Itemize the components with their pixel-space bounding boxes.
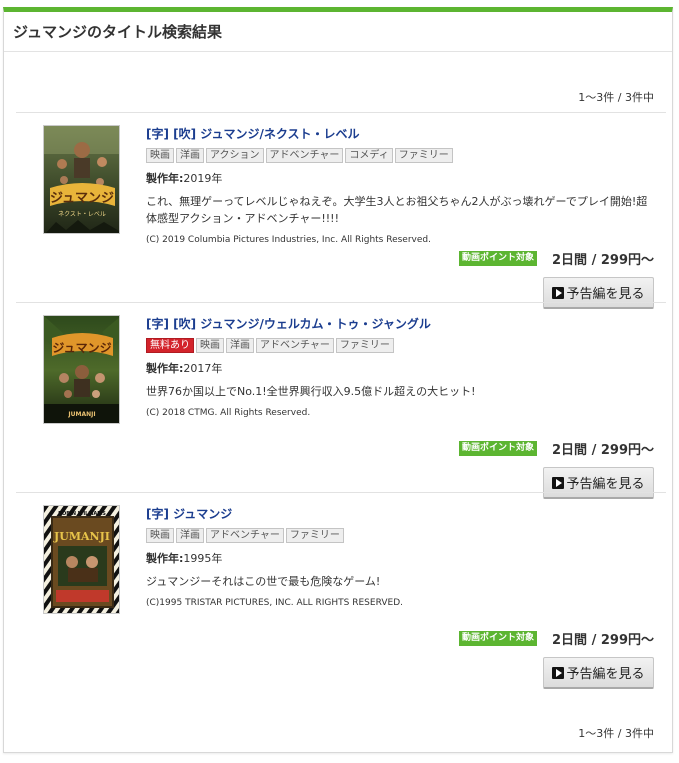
result-count-bottom: 1〜3件 / 3件中: [578, 727, 654, 740]
free-badge: 無料あり: [146, 338, 194, 353]
price-line: 動画ポイント対象 2日間 / 299円〜: [459, 629, 654, 648]
svg-text:JUMANJI: JUMANJI: [53, 530, 110, 543]
result-title-link[interactable]: [字] ジュマンジ: [146, 505, 658, 523]
production-year: 製作年:2019年: [146, 172, 223, 185]
search-results-panel: ジュマンジのタイトル検索結果 1〜3件 / 3件中 ジュマンジ ネクスト・レベル…: [3, 7, 673, 753]
svg-text:ROBIN WILLIAMS: ROBIN WILLIAMS: [58, 511, 106, 517]
genre-tag[interactable]: コメディ: [345, 148, 393, 163]
price-text: 2日間 / 299円〜: [552, 443, 654, 458]
play-icon: [552, 286, 565, 299]
genre-tag[interactable]: アクション: [206, 148, 264, 163]
svg-text:ネクスト・レベル: ネクスト・レベル: [58, 211, 106, 218]
genre-tag[interactable]: ファミリー: [285, 528, 344, 543]
poster-image[interactable]: ROBIN WILLIAMS JUMANJI: [43, 505, 120, 614]
genre-tag[interactable]: 映画: [146, 148, 174, 163]
result-item: ジュマンジ ネクスト・レベル [字] [吹] ジュマンジ/ネクスト・レベル 映画…: [16, 112, 666, 309]
result-info: [字] [吹] ジュマンジ/ウェルカム・トゥ・ジャングル 無料あり 映画 洋画 アドベ…: [146, 315, 658, 418]
svg-text:ジュマンジ: ジュマンジ: [50, 191, 114, 206]
genre-tag[interactable]: 洋画: [176, 148, 204, 163]
poster-image[interactable]: ジュマンジ ネクスト・レベル: [43, 125, 120, 234]
result-description: ジュマンジーそれはこの世で最も危険なゲーム!: [146, 575, 381, 588]
genre-tag[interactable]: 洋画: [176, 528, 204, 543]
point-badge: 動画ポイント対象: [459, 251, 538, 266]
result-description: 世界76か国以上でNo.1!全世界興行収入9.5億ドル超えの大ヒット!: [146, 385, 476, 398]
play-icon: [552, 666, 565, 679]
trailer-button-label: 予告編を見る: [566, 477, 645, 492]
trailer-button-label: 予告編を見る: [566, 287, 645, 302]
tag-list: 映画 洋画 アクション アドベンチャー コメディ ファミリー: [146, 148, 658, 164]
price-text: 2日間 / 299円〜: [552, 253, 654, 268]
result-item: ROBIN WILLIAMS JUMANJI [字] ジュマンジ 映画 洋画 アドベ…: [16, 492, 666, 702]
play-icon: [552, 476, 565, 489]
genre-tag[interactable]: ファミリー: [335, 338, 394, 353]
production-year: 製作年:1995年: [146, 552, 223, 565]
point-badge: 動画ポイント対象: [459, 631, 538, 646]
genre-tag[interactable]: 映画: [146, 528, 174, 543]
genre-tag[interactable]: ファミリー: [394, 148, 453, 163]
poster-image[interactable]: ジュマンジ JUMANJI: [43, 315, 120, 424]
price-line: 動画ポイント対象 2日間 / 299円〜: [459, 249, 654, 268]
result-info: [字] [吹] ジュマンジ/ネクスト・レベル 映画 洋画 アクション アドベンチャーコ…: [146, 125, 658, 245]
price-line: 動画ポイント対象 2日間 / 299円〜: [459, 439, 654, 458]
point-badge: 動画ポイント対象: [459, 441, 538, 456]
genre-tag[interactable]: アドベンチャー: [265, 148, 344, 163]
svg-text:JUMANJI: JUMANJI: [67, 411, 95, 418]
result-item: ジュマンジ JUMANJI [字] [吹] ジュマンジ/ウェルカム・トゥ・ジャン…: [16, 302, 666, 499]
tag-list: 映画 洋画 アドベンチャー ファミリー: [146, 528, 658, 544]
page-title: ジュマンジのタイトル検索結果: [4, 12, 672, 52]
svg-text:ジュマンジ: ジュマンジ: [52, 341, 111, 355]
result-info: [字] ジュマンジ 映画 洋画 アドベンチャー ファミリー 製作年:1995年 ジュマ…: [146, 505, 658, 608]
result-title-link[interactable]: [字] [吹] ジュマンジ/ウェルカム・トゥ・ジャングル: [146, 315, 658, 333]
trailer-button[interactable]: 予告編を見る: [543, 657, 654, 689]
copyright-text: (C) 2019 Columbia Pictures Industries, I…: [146, 235, 431, 245]
result-description: これ、無理ゲーってレベルじゃねえぞ。大学生3人とお祖父ちゃん2人がぶっ壊れゲーで…: [146, 195, 648, 225]
copyright-text: (C)1995 TRISTAR PICTURES, INC. ALL RIGHT…: [146, 598, 403, 608]
result-title-link[interactable]: [字] [吹] ジュマンジ/ネクスト・レベル: [146, 125, 658, 143]
price-text: 2日間 / 299円〜: [552, 633, 654, 648]
genre-tag[interactable]: アドベンチャー: [256, 338, 334, 353]
result-count-top: 1〜3件 / 3件中: [578, 91, 654, 104]
tag-list: 無料あり 映画 洋画 アドベンチャー ファミリー: [146, 338, 658, 354]
genre-tag[interactable]: 映画: [196, 338, 224, 353]
production-year: 製作年:2017年: [146, 362, 223, 375]
genre-tag[interactable]: アドベンチャー: [206, 528, 284, 543]
trailer-button-label: 予告編を見る: [566, 667, 645, 682]
results-list: ジュマンジ ネクスト・レベル [字] [吹] ジュマンジ/ネクスト・レベル 映画…: [16, 112, 666, 702]
genre-tag[interactable]: 洋画: [226, 338, 254, 353]
copyright-text: (C) 2018 CTMG. All Rights Reserved.: [146, 408, 311, 418]
